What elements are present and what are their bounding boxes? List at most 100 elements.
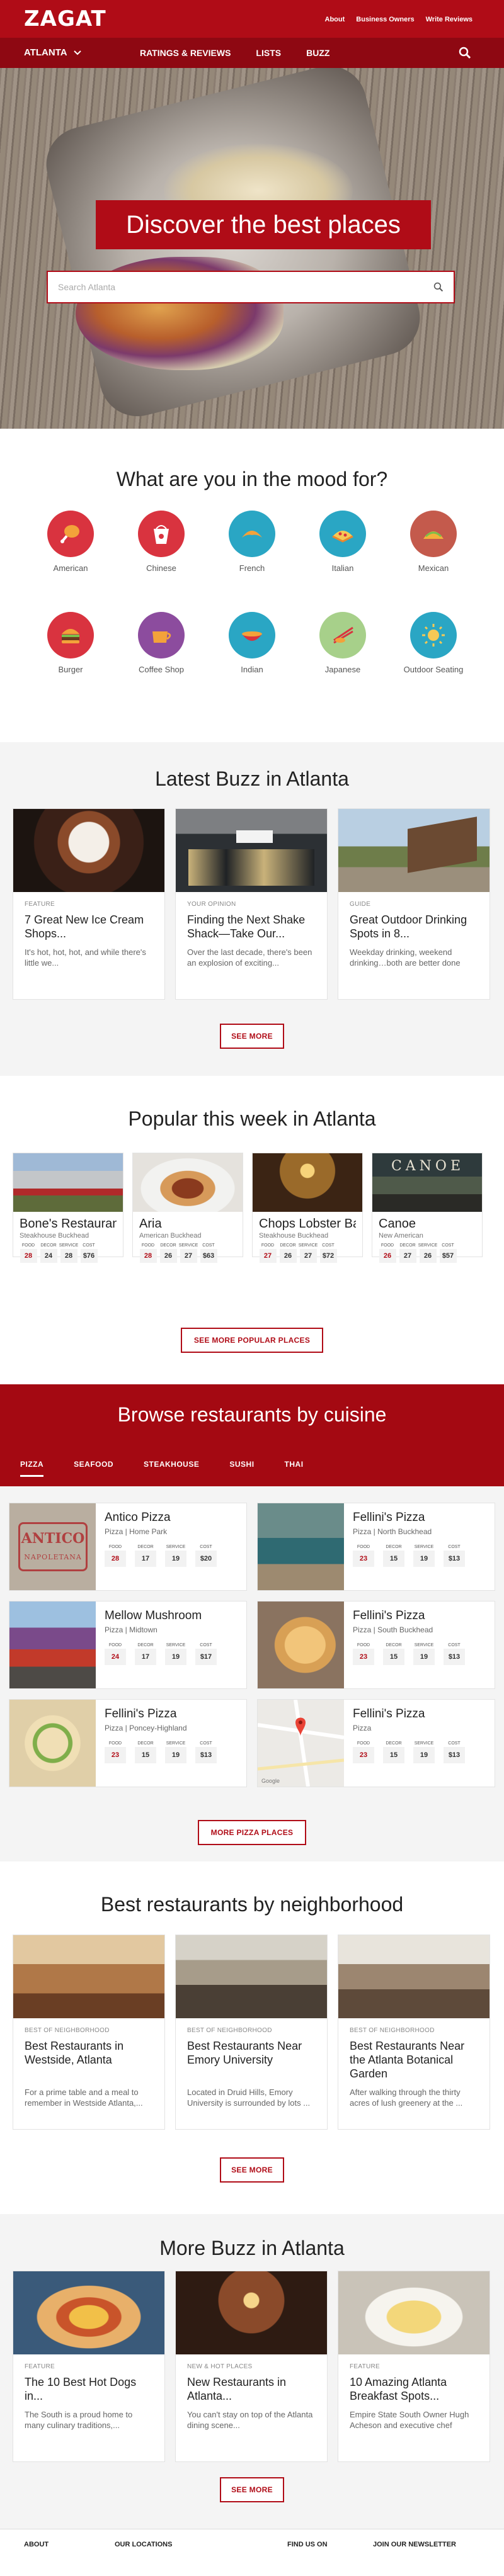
tab-sushi[interactable]: SUSHI: [229, 1460, 254, 1477]
popular-card[interactable]: CANOE Canoe New American FOOD 26 DECOR 27 …: [372, 1153, 483, 1263]
card-description: After walking through the thirty acres o…: [350, 2087, 463, 2108]
see-more-neighborhood-button[interactable]: SEE MORE: [220, 2157, 284, 2183]
popular-card[interactable]: Chops Lobster Bar Steakhouse Buckhead FO…: [252, 1153, 363, 1263]
buzz-card[interactable]: FEATURE The 10 Best Hot Dogs in... The S…: [13, 2271, 165, 2462]
card-title[interactable]: 10 Amazing Atlanta Breakfast Spots...: [350, 2375, 478, 2403]
card-title[interactable]: Great Outdoor Drinking Spots in 8...: [350, 913, 478, 941]
see-more-popular-button[interactable]: SEE MORE POPULAR PLACES: [181, 1328, 323, 1353]
restaurant-storefront-image: [176, 809, 327, 892]
sun-icon: [410, 612, 457, 658]
write-reviews-link[interactable]: Write Reviews: [426, 16, 472, 23]
decor-score: 26: [279, 1249, 297, 1263]
restaurant-card[interactable]: ANTICO NAPOLETANA Antico Pizza Pizza | H…: [9, 1503, 247, 1591]
neighborhood-card[interactable]: BEST OF NEIGHBORHOOD Best Restaurants Ne…: [338, 1935, 490, 2130]
restaurant-name[interactable]: Fellini's Pizza: [105, 1707, 217, 1721]
mood-label-american: American: [53, 563, 88, 573]
card-title[interactable]: Best Restaurants Near the Atlanta Botani…: [350, 2039, 478, 2081]
cost-score: $63: [200, 1249, 217, 1263]
restaurant-category: New American: [379, 1232, 423, 1240]
restaurant-card[interactable]: Fellini's Pizza Pizza | North Buckhead F…: [257, 1503, 495, 1591]
restaurant-name[interactable]: Aria: [139, 1217, 236, 1231]
zagat-logo[interactable]: ZAGAT: [24, 6, 106, 31]
mood-item-mexican[interactable]: Mexican: [388, 511, 479, 573]
nav-lists[interactable]: LISTS: [256, 48, 281, 58]
buzz-card[interactable]: GUIDE Great Outdoor Drinking Spots in 8.…: [338, 808, 490, 1000]
card-title[interactable]: Finding the Next Shake Shack—Take Our...: [187, 913, 316, 941]
mood-item-japanese[interactable]: Japanese: [297, 612, 388, 674]
restaurant-name[interactable]: Fellini's Pizza: [353, 1511, 465, 1525]
cost-score: $13: [444, 1551, 465, 1567]
restaurant-name[interactable]: Fellini's Pizza: [353, 1609, 465, 1623]
mood-item-french[interactable]: French: [207, 511, 297, 573]
mood-item-burger[interactable]: Burger: [25, 612, 116, 674]
restaurant-card[interactable]: Fellini's Pizza Pizza | South Buckhead F…: [257, 1601, 495, 1689]
more-pizza-places-button[interactable]: MORE PIZZA PLACES: [198, 1820, 306, 1845]
popular-card[interactable]: Bone's Restaurant Steakhouse Buckhead FO…: [13, 1153, 123, 1263]
mood-item-outdoor-seating[interactable]: Outdoor Seating: [388, 612, 479, 674]
restaurant-subtitle: Pizza | North Buckhead: [353, 1527, 432, 1536]
food-score: 23: [105, 1747, 126, 1763]
service-score: 28: [60, 1249, 77, 1263]
score-label: COST: [448, 1741, 461, 1746]
tab-seafood[interactable]: SEAFOOD: [74, 1460, 113, 1477]
buzz-card[interactable]: FEATURE 7 Great New Ice Cream Shops... I…: [13, 808, 165, 1000]
buzz-card[interactable]: YOUR OPINION Finding the Next Shake Shac…: [175, 808, 328, 1000]
map-streets: [258, 1700, 344, 1787]
footer-our-locations[interactable]: OUR LOCATIONS: [115, 2541, 172, 2548]
see-more-more-buzz-button[interactable]: SEE MORE: [220, 2477, 284, 2502]
restaurant-name[interactable]: Mellow Mushroom: [105, 1609, 217, 1623]
tab-pizza[interactable]: PIZZA: [20, 1460, 44, 1477]
footer: ABOUT OUR LOCATIONS FIND US ON JOIN OUR …: [0, 2529, 504, 2560]
footer-about[interactable]: ABOUT: [24, 2541, 49, 2548]
mood-item-american[interactable]: American: [25, 511, 116, 573]
search-icon[interactable]: [459, 47, 471, 59]
footer-newsletter[interactable]: JOIN OUR NEWSLETTER: [373, 2541, 456, 2548]
see-more-buzz-button[interactable]: SEE MORE: [220, 1024, 284, 1049]
card-description: Empire State South Owner Hugh Acheson an…: [350, 2410, 469, 2430]
card-title[interactable]: The 10 Best Hot Dogs in...: [25, 2375, 153, 2403]
card-title[interactable]: 7 Great New Ice Cream Shops...: [25, 913, 153, 941]
search-icon[interactable]: [433, 282, 444, 292]
food-score: 23: [353, 1649, 374, 1665]
score-label: SERVICE: [178, 1243, 198, 1248]
restaurant-name[interactable]: Chops Lobster Bar: [259, 1217, 356, 1231]
tab-steakhouse[interactable]: STEAKHOUSE: [144, 1460, 199, 1477]
score-label: FOOD: [108, 1545, 122, 1549]
cuisine-tabs: PIZZA SEAFOOD STEAKHOUSE SUSHI THAI: [20, 1460, 304, 1477]
mood-item-chinese[interactable]: Chinese: [116, 511, 207, 573]
card-title[interactable]: New Restaurants in Atlanta...: [187, 2375, 316, 2403]
chopsticks-icon: [319, 612, 366, 658]
card-title[interactable]: Best Restaurants in Westside, Atlanta: [25, 2039, 153, 2081]
food-score: 24: [105, 1649, 126, 1665]
mood-item-italian[interactable]: Italian: [297, 511, 388, 573]
business-owners-link[interactable]: Business Owners: [356, 16, 414, 23]
neighborhood-card[interactable]: BEST OF NEIGHBORHOOD Best Restaurants in…: [13, 1935, 165, 2130]
card-title[interactable]: Best Restaurants Near Emory University: [187, 2039, 316, 2081]
decor-score: 15: [383, 1747, 404, 1763]
nav-buzz[interactable]: BUZZ: [306, 48, 329, 58]
restaurant-card[interactable]: Google Fellini's Pizza Pizza FOOD 23 DECO…: [257, 1699, 495, 1787]
decor-score: 24: [40, 1249, 57, 1263]
tab-thai[interactable]: THAI: [285, 1460, 304, 1477]
popular-card[interactable]: Aria American Buckhead FOOD 28 DECOR 26 SE…: [132, 1153, 243, 1263]
restaurant-name[interactable]: Bone's Restaurant: [20, 1217, 117, 1231]
buzz-card[interactable]: NEW & HOT PLACES New Restaurants in Atla…: [175, 2271, 328, 2462]
decor-score: 17: [135, 1551, 156, 1567]
mood-item-coffee-shop[interactable]: Coffee Shop: [116, 612, 207, 674]
about-link[interactable]: About: [325, 16, 345, 23]
more-buzz-section: More Buzz in Atlanta FEATURE The 10 Best…: [0, 2214, 504, 2529]
city-selector[interactable]: ATLANTA: [24, 47, 81, 58]
restaurant-category: Steakhouse Buckhead: [20, 1232, 89, 1240]
restaurant-image: [253, 1153, 362, 1212]
neighborhood-card[interactable]: BEST OF NEIGHBORHOOD Best Restaurants Ne…: [175, 1935, 328, 2130]
mood-item-indian[interactable]: Indian: [207, 612, 297, 674]
restaurant-card[interactable]: Mellow Mushroom Pizza | Midtown FOOD 24 D…: [9, 1601, 247, 1689]
nav-ratings-reviews[interactable]: RATINGS & REVIEWS: [140, 48, 231, 58]
buzz-card[interactable]: FEATURE 10 Amazing Atlanta Breakfast Spo…: [338, 2271, 490, 2462]
restaurant-name[interactable]: Canoe: [379, 1217, 476, 1231]
restaurant-name[interactable]: Fellini's Pizza: [353, 1707, 465, 1721]
hero-search-input[interactable]: [58, 282, 433, 292]
restaurant-card[interactable]: Fellini's Pizza Pizza | Poncey-Highland …: [9, 1699, 247, 1787]
restaurant-name[interactable]: Antico Pizza: [105, 1511, 217, 1525]
popular-cards: Bone's Restaurant Steakhouse Buckhead FO…: [13, 1153, 483, 1263]
